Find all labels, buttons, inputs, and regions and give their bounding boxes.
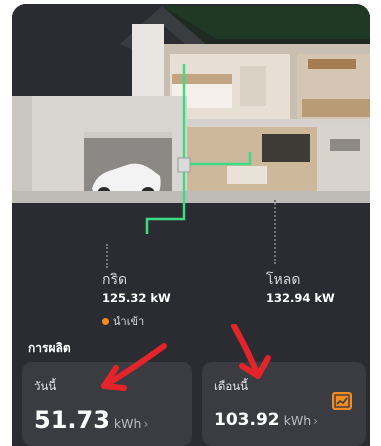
grid-connector-line [106,244,108,268]
today-value-unit: kWh [113,416,142,431]
trend-chart-icon[interactable] [332,392,352,410]
grid-import-status: นำเข้า [102,312,144,330]
month-value-number: 103.92 [214,410,280,430]
today-production-value: 51.73 kWh › [34,406,148,434]
month-label: เดือนนี้ [214,379,249,393]
load-connector-line [274,200,276,264]
load-power-value: 132.94 kW [266,291,335,305]
month-value-unit: kWh [283,413,312,428]
house-illustration [12,4,370,264]
grid-label: กริด [102,272,128,288]
chevron-right-icon: › [313,414,318,428]
app-screen: กริด 125.32 kW นำเข้า โหลด 132.94 kW การ… [12,4,370,446]
month-production-value: 103.92 kWh › [214,410,318,430]
production-section-title: การผลิต [28,341,71,355]
today-value-number: 51.73 [34,406,110,434]
import-status-dot-icon [102,317,109,325]
load-label: โหลด [266,272,301,288]
import-status-label: นำเข้า [113,315,145,328]
today-label: วันนี้ [34,379,57,393]
month-production-card[interactable]: เดือนนี้ 103.92 kWh › [202,362,366,446]
chevron-right-icon: › [143,417,149,431]
today-production-card[interactable]: วันนี้ 51.73 kWh › [22,362,192,446]
grid-power-value: 125.32 kW [102,291,171,305]
